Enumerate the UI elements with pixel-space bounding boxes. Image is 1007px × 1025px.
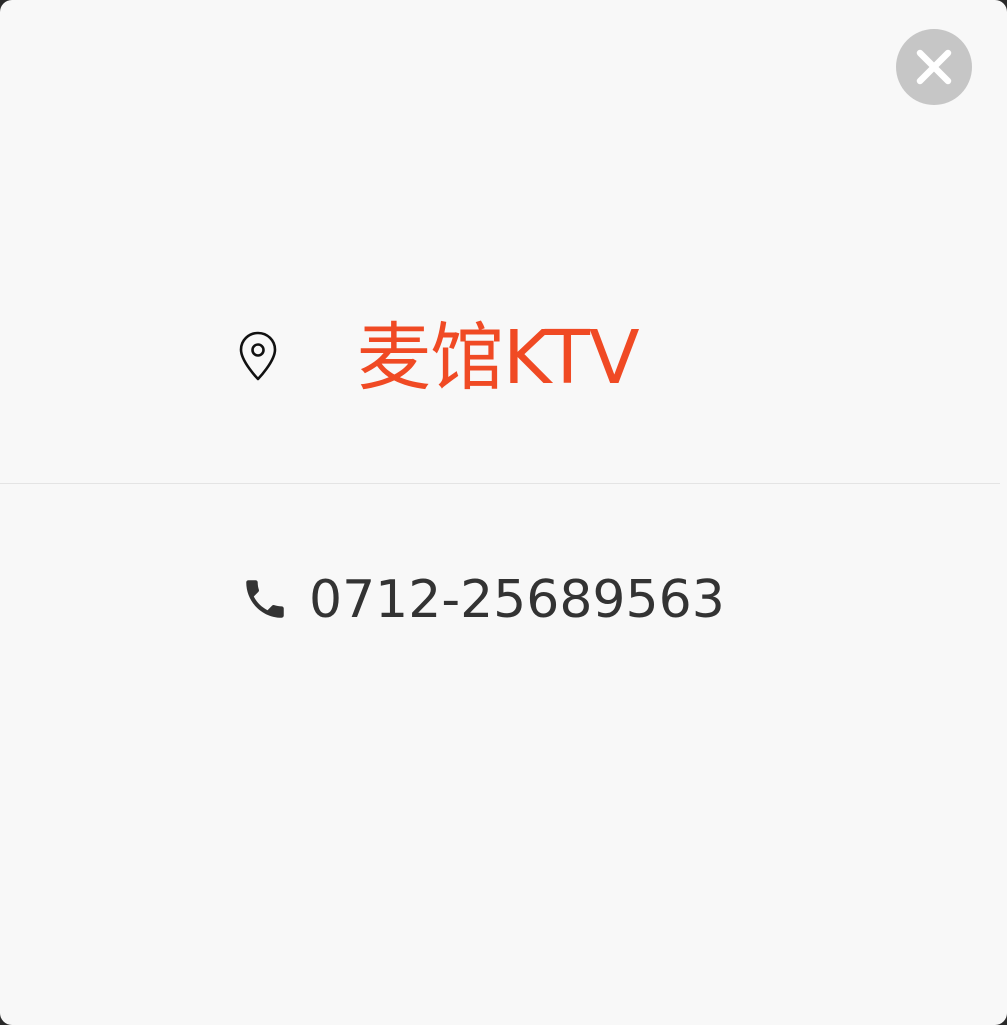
venue-location-row[interactable]: 麦馆KTV xyxy=(0,300,1007,410)
phone-row[interactable]: 0712-25689563 xyxy=(0,560,1007,640)
section-divider xyxy=(0,483,1000,484)
phone-icon xyxy=(246,580,284,618)
close-button[interactable] xyxy=(896,29,972,105)
venue-name: 麦馆KTV xyxy=(357,315,640,401)
close-icon xyxy=(916,49,952,85)
venue-info-dialog: 麦馆KTV 0712-25689563 xyxy=(0,0,1007,1025)
phone-number: 0712-25689563 xyxy=(309,570,725,630)
map-pin-icon xyxy=(239,331,277,381)
